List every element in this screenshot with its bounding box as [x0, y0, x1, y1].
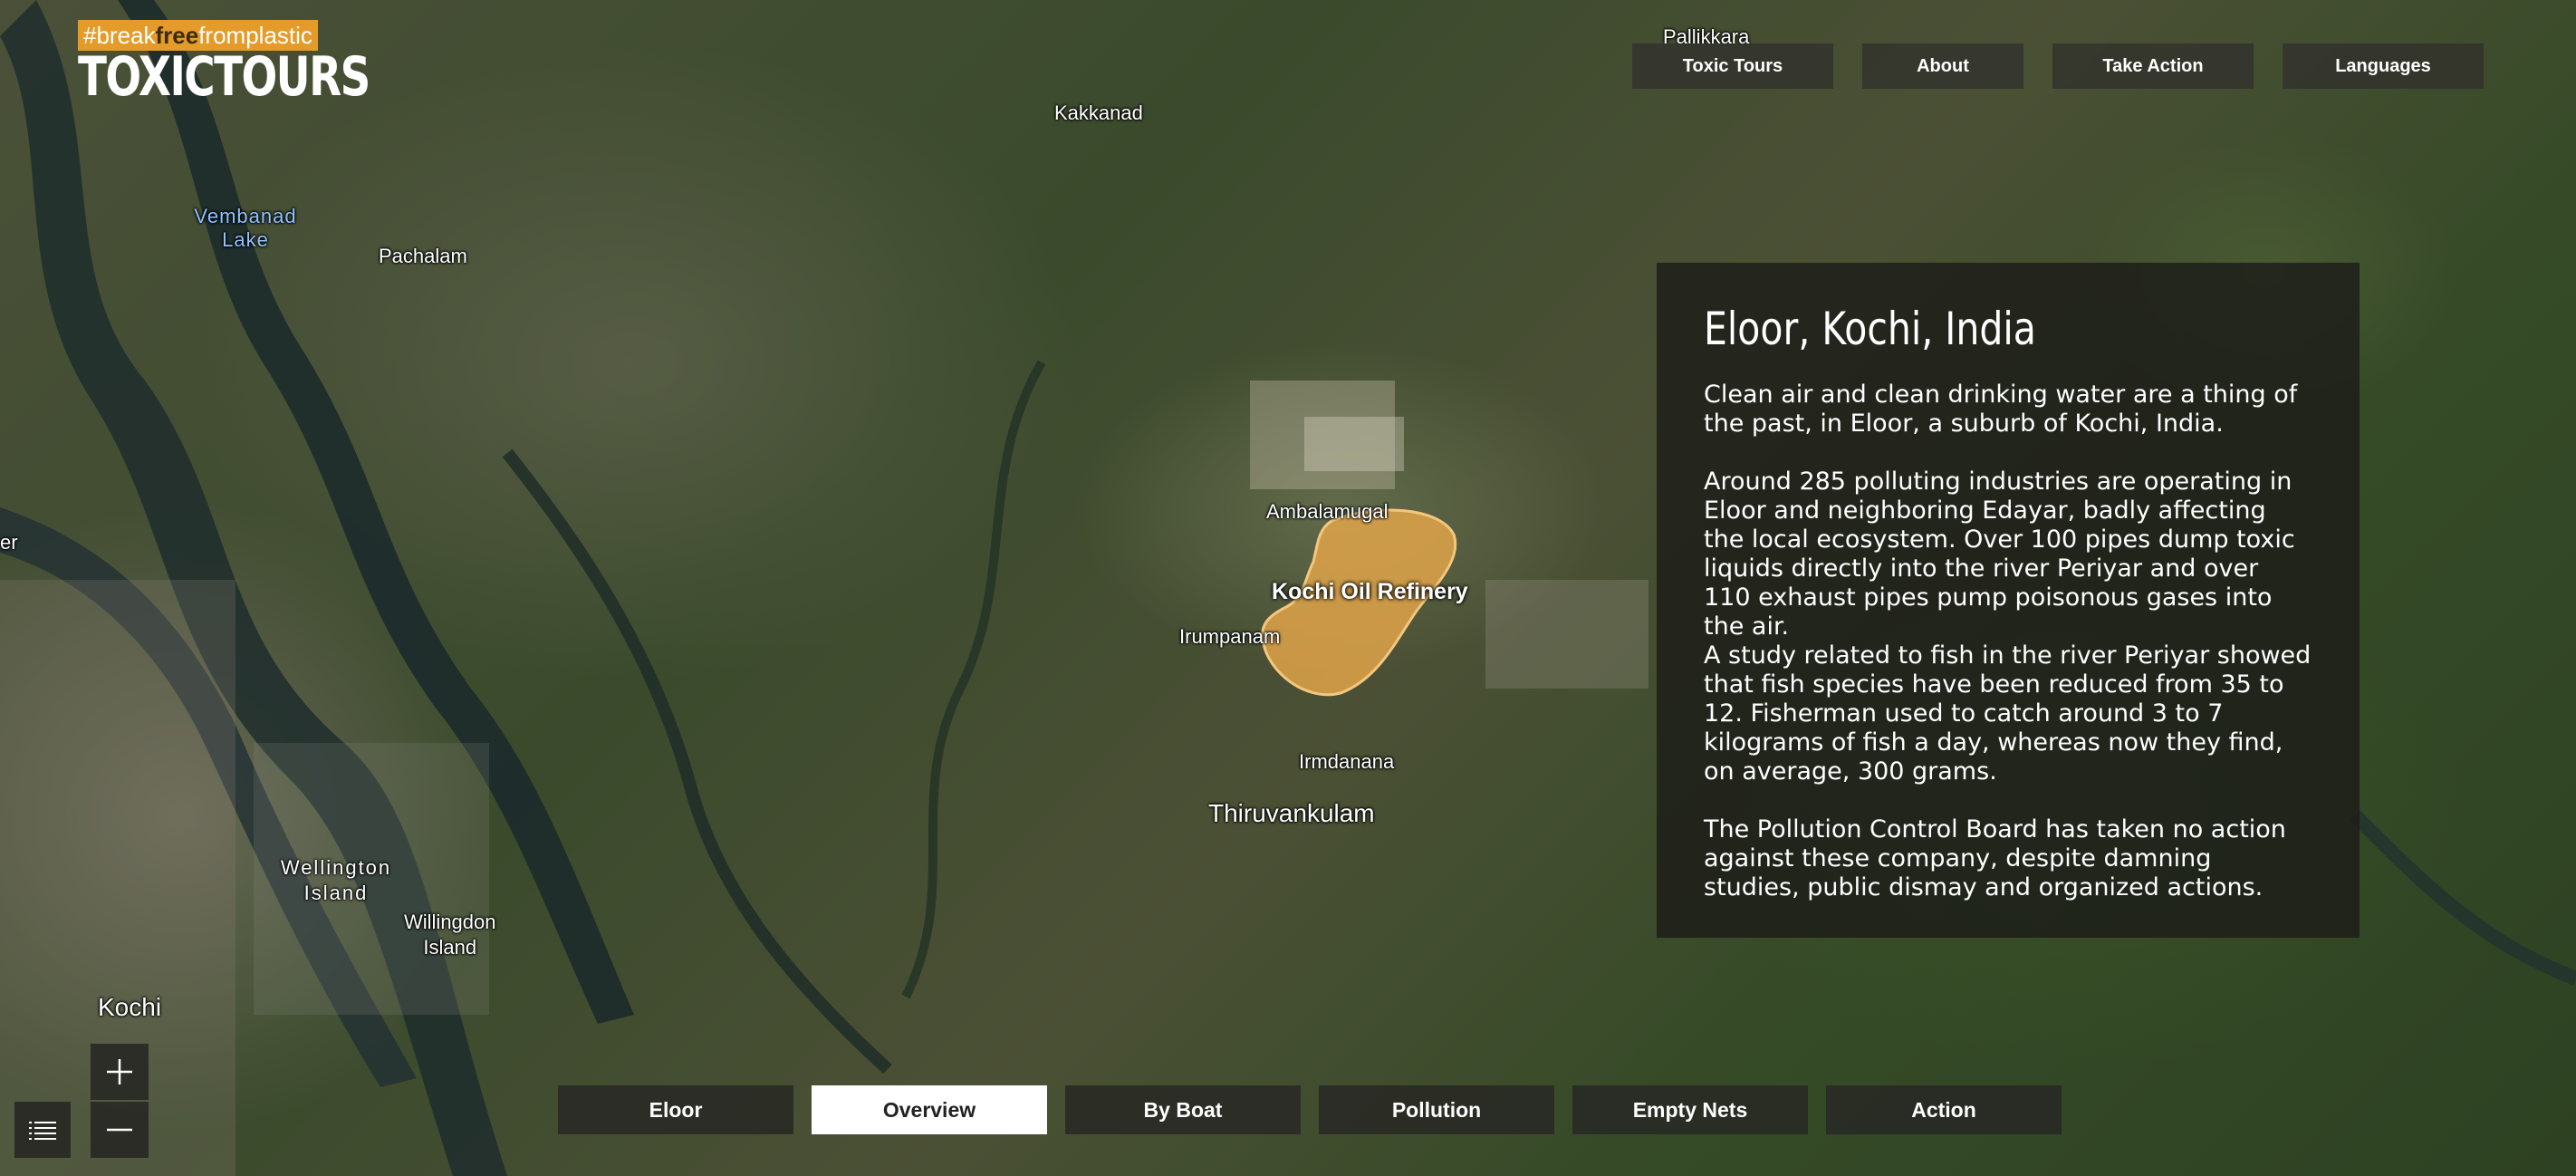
- panel-paragraph-3: A study related to fish in the river Per…: [1704, 641, 2312, 786]
- map-label-kakkanad: Kakkanad: [1054, 101, 1143, 124]
- zoom-in-button[interactable]: [91, 1044, 149, 1100]
- map-label-thiruvankulam: Thiruvankulam: [1208, 799, 1375, 827]
- list-icon: [29, 1122, 56, 1140]
- nav-languages[interactable]: Languages: [2283, 43, 2484, 89]
- map-label-willingdon: Willingdon: [404, 911, 496, 933]
- tab-eloor[interactable]: Eloor: [558, 1085, 793, 1134]
- legend-list-button[interactable]: [14, 1102, 71, 1158]
- panel-paragraph-1: Clean air and clean drinking water are a…: [1704, 381, 2298, 438]
- map-label-wellington-island-word: Island: [303, 882, 369, 904]
- map-label-wellington: Wellington: [280, 856, 392, 879]
- panel-paragraph-2: Around 285 polluting industries are oper…: [1704, 468, 2295, 641]
- map-label-irmdanana: Irmdanana: [1299, 750, 1395, 773]
- info-panel: Eloor, Kochi, India Clean air and clean …: [1657, 263, 2360, 938]
- story-tabs: Eloor Overview By Boat Pollution Empty N…: [558, 1085, 2062, 1134]
- nav-take-action[interactable]: Take Action: [2052, 43, 2254, 89]
- nav-about[interactable]: About: [1862, 43, 2023, 89]
- map-label-vembanad: Vembanad: [194, 205, 297, 227]
- map-label-wellington-island: Wellington Island: [268, 855, 404, 906]
- map-label-lake: Lake: [222, 228, 269, 251]
- map-label-vembanad-lake: Vembanad Lake: [194, 205, 297, 252]
- map-label-willingdon-island-word: Island: [423, 936, 477, 959]
- site-logo[interactable]: #breakfreefromplastic TOXICTOURS: [78, 20, 451, 109]
- map-label-refinery[interactable]: Kochi Oil Refinery: [1272, 579, 1468, 605]
- panel-paragraph-4: The Pollution Control Board has taken no…: [1704, 815, 2286, 901]
- panel-title: Eloor, Kochi, India: [1704, 303, 2036, 355]
- tab-by-boat[interactable]: By Boat: [1065, 1085, 1301, 1134]
- tab-pollution[interactable]: Pollution: [1319, 1085, 1554, 1134]
- tab-overview[interactable]: Overview: [812, 1085, 1047, 1134]
- tab-empty-nets[interactable]: Empty Nets: [1572, 1085, 1808, 1134]
- plus-icon: [107, 1059, 132, 1084]
- map-label-edge: er: [0, 531, 18, 554]
- map-label-willingdon-island: Willingdon Island: [404, 910, 496, 960]
- minus-icon: [107, 1128, 132, 1132]
- map-label-irumpanam: Irumpanam: [1179, 625, 1281, 648]
- tab-action[interactable]: Action: [1826, 1085, 2062, 1134]
- map-label-ambalamugal: Ambalamugal: [1266, 500, 1389, 523]
- nav-toxic-tours[interactable]: Toxic Tours: [1632, 43, 1833, 89]
- map-label-pachalam: Pachalam: [379, 245, 467, 267]
- top-navigation: Toxic Tours About Take Action Languages: [1632, 43, 2484, 89]
- map-label-kochi: Kochi: [98, 993, 162, 1021]
- zoom-out-button[interactable]: [91, 1102, 149, 1158]
- logo-title: TOXICTOURS: [78, 45, 370, 109]
